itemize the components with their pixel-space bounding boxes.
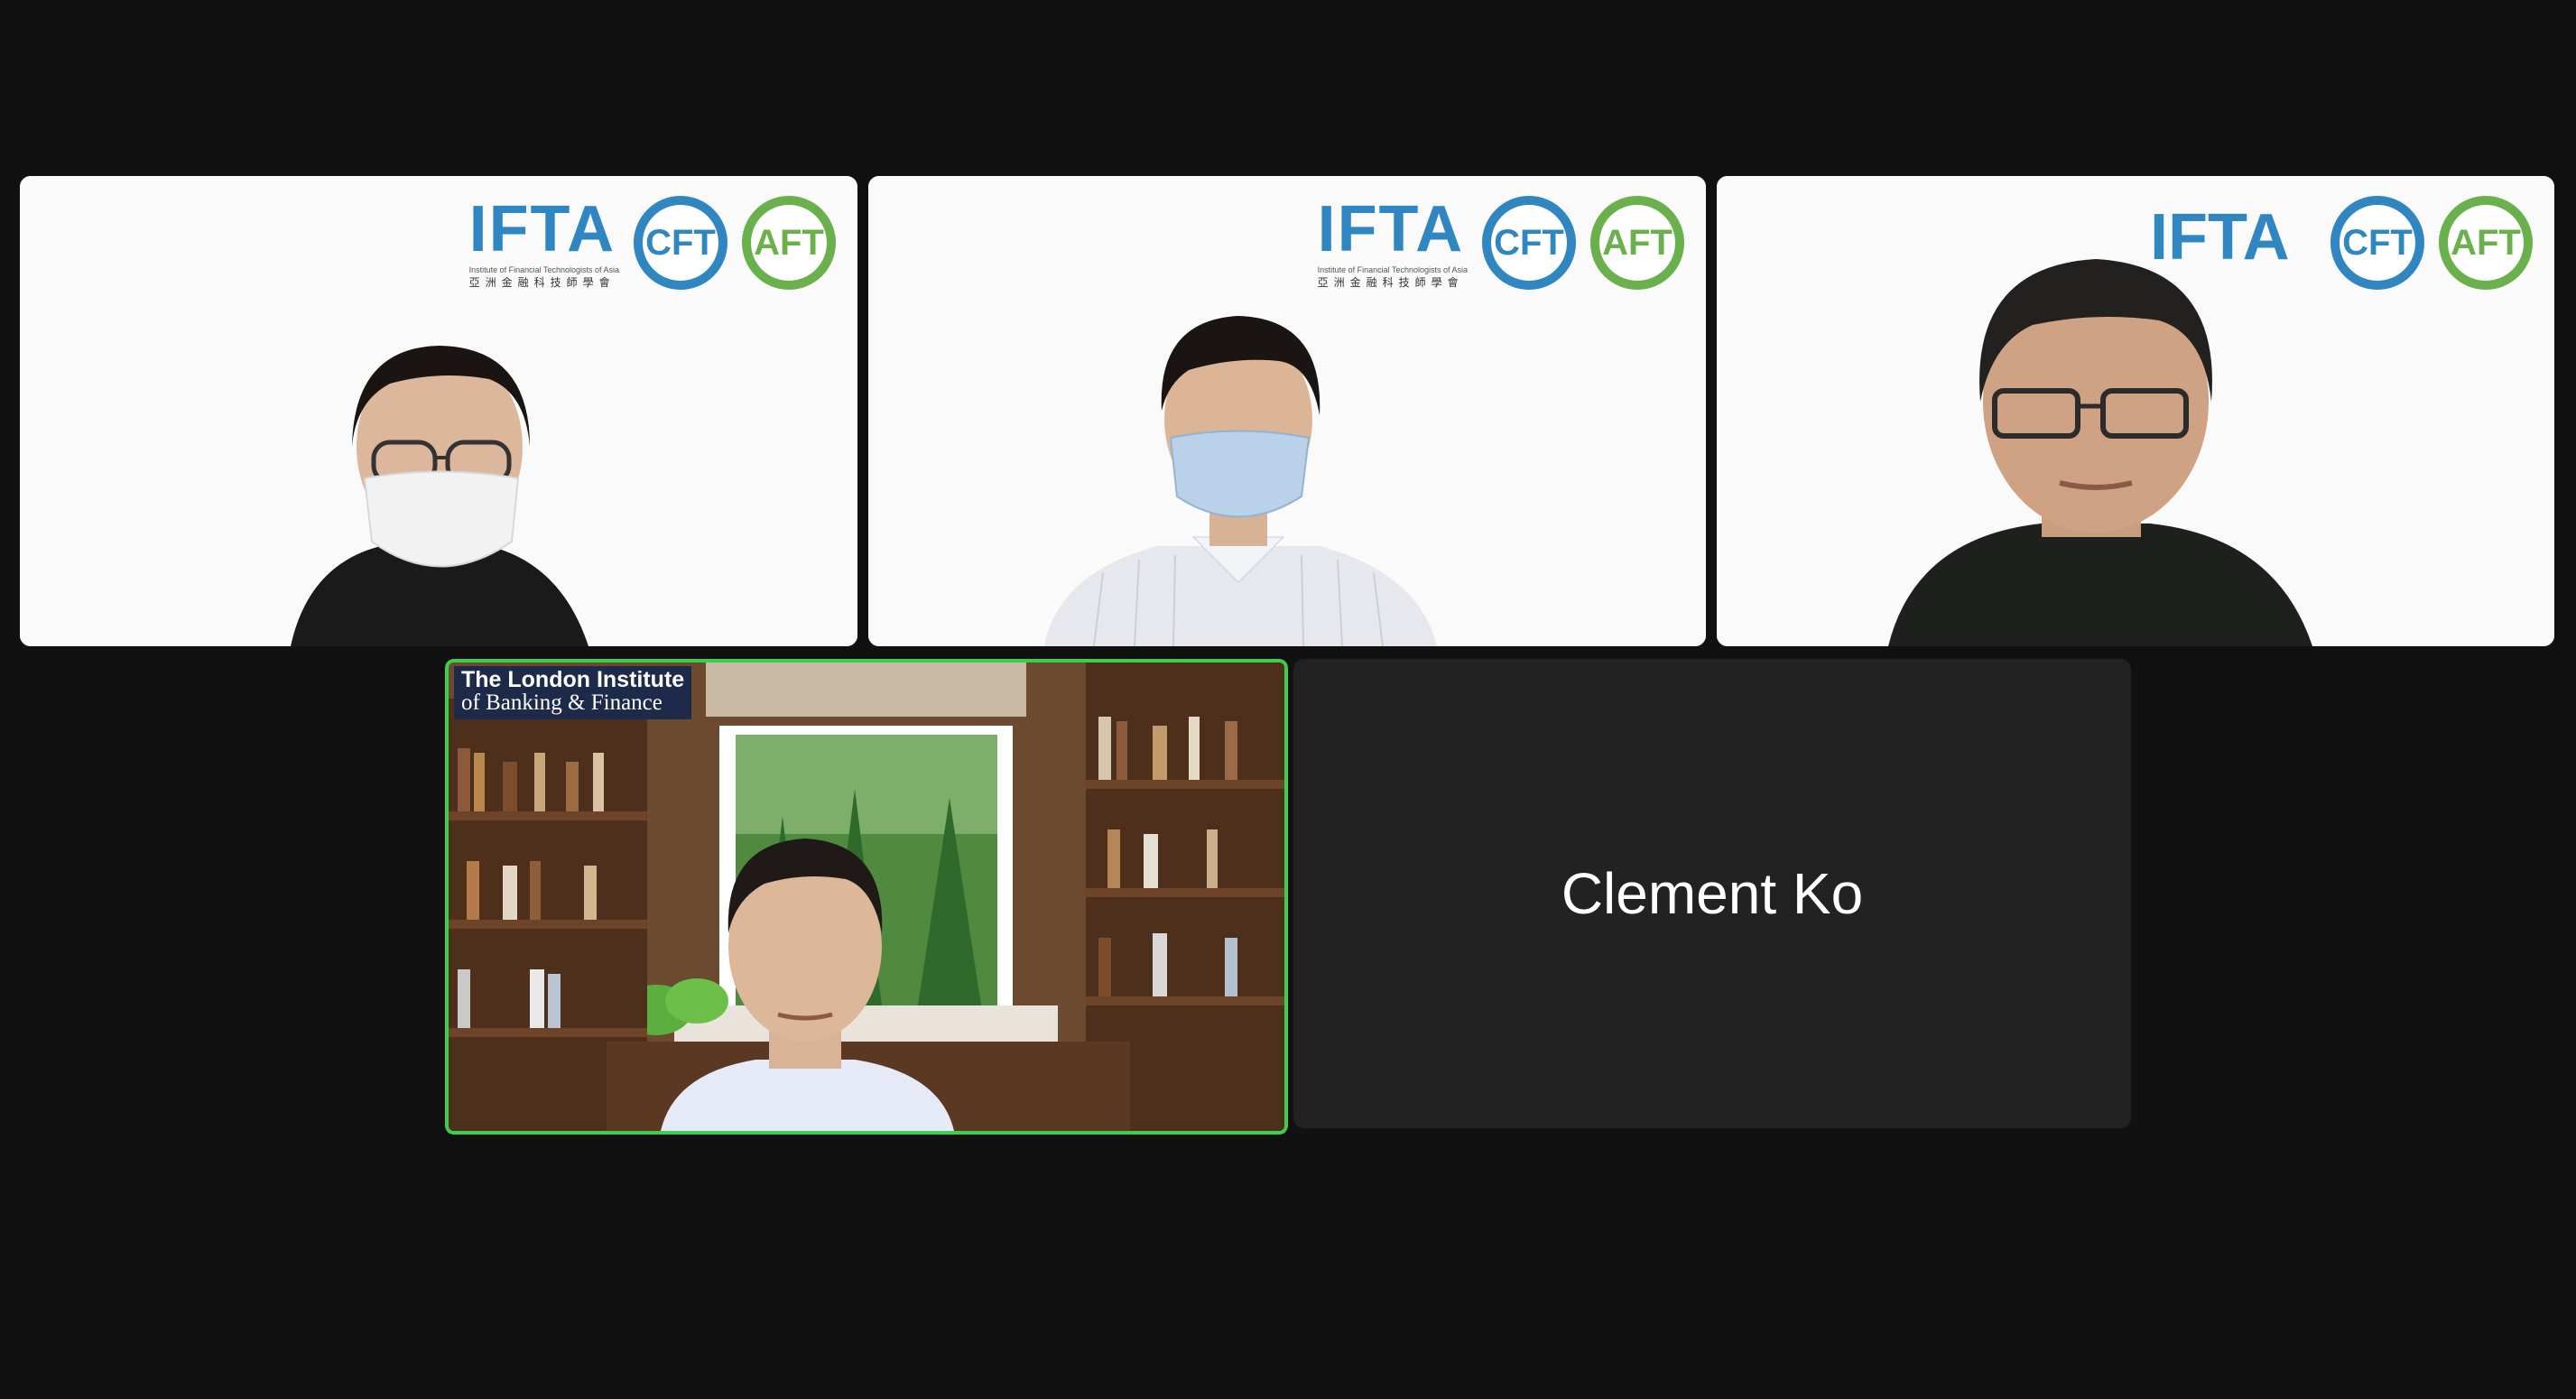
video-tile-participant-1[interactable]: IFTA Institute of Financial Technologist…: [20, 176, 857, 646]
logo-line-1: The London Institute: [461, 667, 685, 692]
svg-text:IFTA: IFTA: [2150, 201, 2290, 273]
logo-line-2: of Banking & Finance: [461, 690, 663, 716]
video-tile-participant-5-video-off[interactable]: Clement Ko: [1293, 659, 2131, 1128]
aft-badge: AFT: [742, 196, 836, 290]
video-tile-participant-3[interactable]: IFTA CFT AFT: [1717, 176, 2554, 646]
ifta-logo: IFTA Institute of Financial Technologist…: [469, 187, 836, 299]
london-institute-logo: The London Institute of Banking & Financ…: [454, 666, 692, 719]
ifta-subtitle-cn: 亞洲金融科技師學會: [1317, 275, 1464, 289]
aft-badge: AFT: [2439, 196, 2533, 290]
ifta-logo: IFTA Institute of Financial Technologist…: [1318, 187, 1684, 299]
participant-name-label: Clement Ko: [1561, 861, 1864, 926]
ifta-subtitle-cn: 亞洲金融科技師學會: [468, 275, 616, 289]
aft-badge: AFT: [1590, 196, 1684, 290]
ifta-wordmark: IFTA Institute of Financial Technologist…: [1318, 197, 1468, 290]
cft-badge: CFT: [1482, 196, 1576, 290]
cft-badge: CFT: [634, 196, 727, 290]
cft-badge: CFT: [2330, 196, 2424, 290]
ifta-text: IFTA: [1317, 192, 1465, 265]
ifta-wordmark: IFTA Institute of Financial Technologist…: [469, 197, 619, 290]
ifta-subtitle: Institute of Financial Technologists of …: [468, 264, 619, 274]
video-tile-participant-2[interactable]: IFTA Institute of Financial Technologist…: [868, 176, 1706, 646]
certification-logos: CFT AFT: [2330, 187, 2533, 299]
ifta-subtitle: Institute of Financial Technologists of …: [1317, 264, 1468, 274]
participant-video: [449, 662, 1284, 1131]
video-tile-participant-4-active-speaker[interactable]: The London Institute of Banking & Financ…: [445, 659, 1288, 1135]
ifta-text: IFTA: [468, 192, 616, 265]
